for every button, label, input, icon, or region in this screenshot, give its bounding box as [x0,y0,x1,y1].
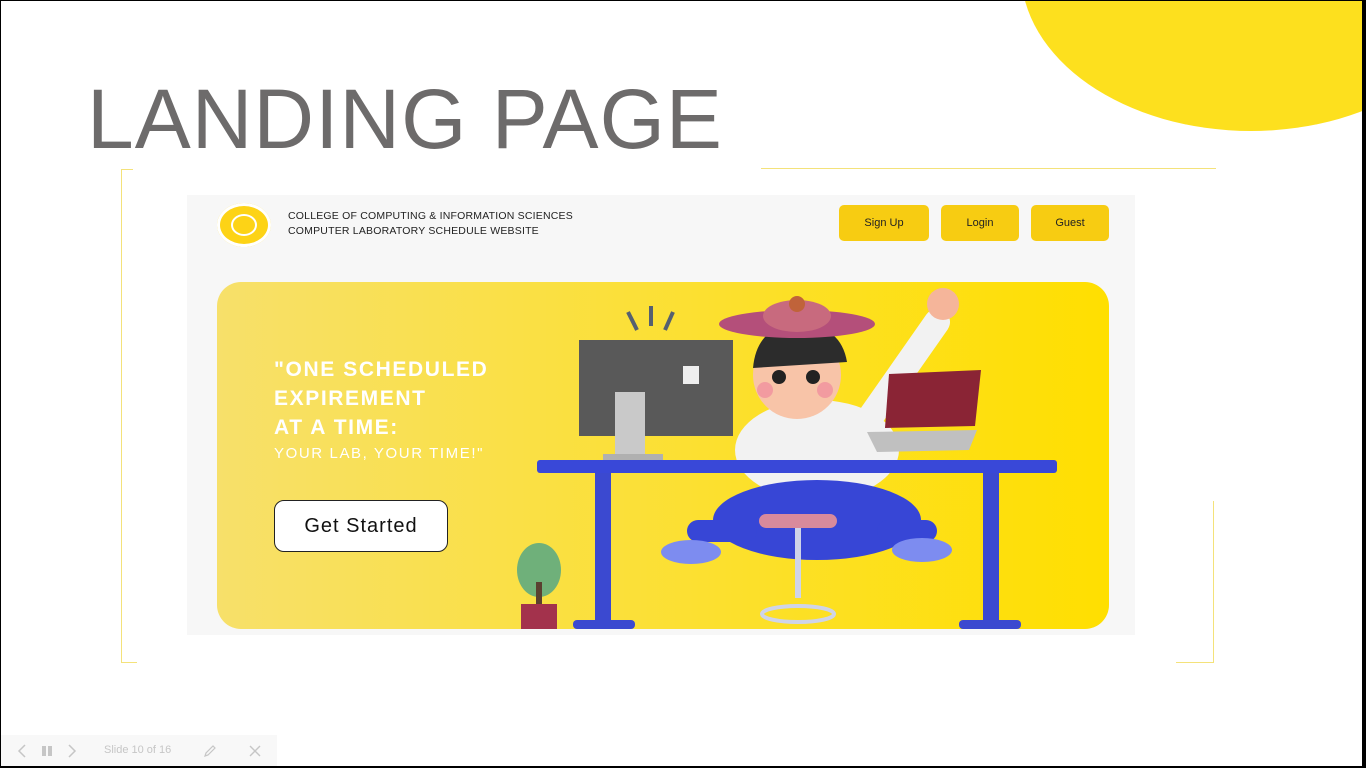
get-started-button[interactable]: Get Started [274,500,448,552]
college-logo [217,203,271,247]
chevron-right-icon[interactable] [61,735,83,766]
site-header-text: COLLEGE OF COMPUTING & INFORMATION SCIEN… [288,209,573,239]
college-name: COLLEGE OF COMPUTING & INFORMATION SCIEN… [288,210,573,222]
presentation-controls: Slide 10 of 16 [1,735,277,766]
chevron-left-icon[interactable] [11,735,33,766]
frame-line-left [121,169,122,663]
frame-line-bottom-right [1176,662,1214,663]
presentation-slide: LANDING PAGE COLLEGE OF COMPUTING & INFO… [0,0,1362,766]
slide-counter: Slide 10 of 16 [104,744,172,756]
pause-icon[interactable] [37,735,57,766]
frame-line-bottom-left [121,662,137,663]
hero-headline-line1: "ONE SCHEDULED [274,358,489,381]
potted-plant-icon [517,543,561,629]
site-subtitle: COMPUTER LABORATORY SCHEDULE WEBSITE [288,225,539,237]
hero-headline-line2: EXPIREMENT [274,387,427,410]
close-icon[interactable] [244,735,266,766]
decorative-yellow-circle [1021,1,1362,131]
frame-line-right [1213,501,1214,663]
login-button[interactable]: Login [941,205,1019,241]
hero-banner: "ONE SCHEDULED EXPIREMENT AT A TIME: YOU… [217,282,1109,629]
frame-line-top [761,168,1216,169]
hero-headline-line3: AT A TIME: [274,416,399,439]
hero-tagline: YOUR LAB, YOUR TIME!" [274,445,485,462]
pen-icon[interactable] [199,735,221,766]
frame-line-top-left [121,169,133,170]
guest-button[interactable]: Guest [1031,205,1109,241]
signup-button[interactable]: Sign Up [839,205,929,241]
slide-title: LANDING PAGE [87,72,723,166]
website-mockup: COLLEGE OF COMPUTING & INFORMATION SCIEN… [187,195,1135,635]
